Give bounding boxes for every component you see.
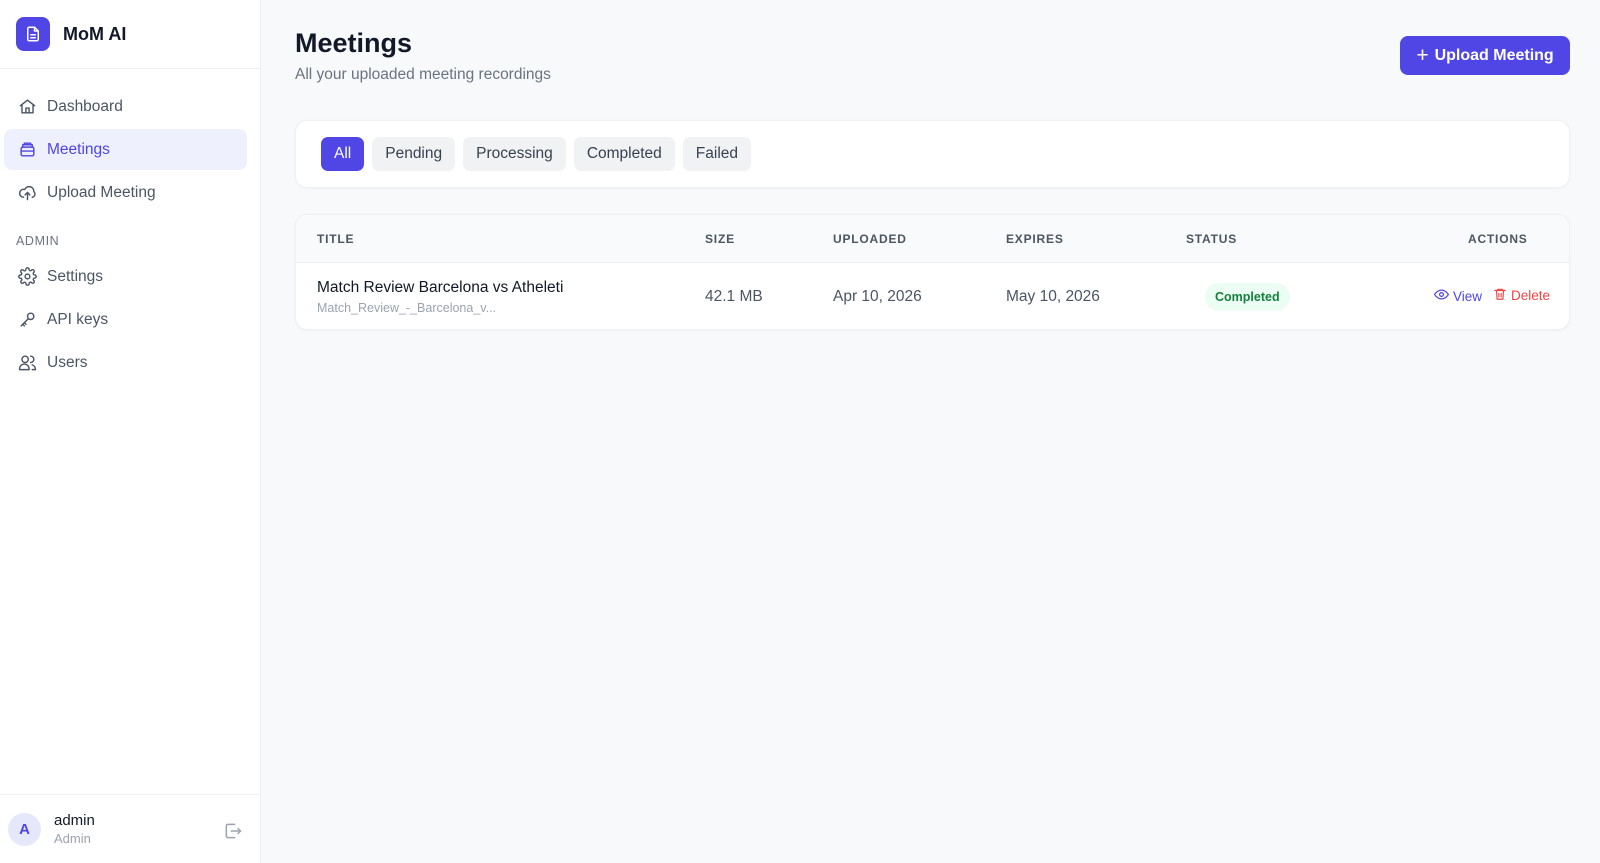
status-badge: Completed [1205, 283, 1290, 311]
sidebar-item-settings[interactable]: Settings [4, 256, 247, 297]
column-header-title: TITLE [317, 232, 355, 246]
admin-section-heading: ADMIN [16, 234, 60, 248]
view-button[interactable]: View [1434, 287, 1482, 305]
filter-processing[interactable]: Processing [463, 137, 566, 171]
sidebar-item-label: Meetings [47, 140, 110, 158]
home-icon [17, 97, 37, 117]
user-name: admin [54, 812, 95, 829]
column-header-size: SIZE [705, 232, 735, 246]
plus-icon: + [1416, 44, 1429, 67]
trash-icon [1493, 287, 1511, 304]
sidebar-item-api-keys[interactable]: API keys [4, 299, 247, 340]
column-header-actions: ACTIONS [1468, 232, 1528, 246]
avatar: A [8, 812, 41, 846]
delete-button[interactable]: Delete [1493, 287, 1550, 304]
brand: MoM AI [0, 0, 260, 69]
user-panel: A admin Admin [0, 794, 261, 863]
meeting-expires-date: May 10, 2026 [1006, 288, 1100, 305]
filter-all[interactable]: All [321, 137, 365, 171]
meetings-table: TITLE SIZE UPLOADED EXPIRES STATUS ACTIO… [295, 214, 1570, 330]
sidebar: MoM AI Dashboard Meetings Upload Meeting… [0, 0, 261, 863]
column-header-expires: EXPIRES [1006, 232, 1064, 246]
meeting-size: 42.1 MB [705, 288, 763, 305]
sidebar-item-dashboard[interactable]: Dashboard [4, 86, 247, 127]
column-header-uploaded: UPLOADED [833, 232, 907, 246]
user-role: Admin [54, 831, 91, 846]
sidebar-item-label: Settings [47, 267, 104, 285]
sidebar-item-label: Users [47, 353, 88, 371]
page-subtitle: All your uploaded meeting recordings [295, 66, 551, 83]
gear-icon [17, 267, 37, 287]
key-icon [17, 310, 37, 330]
upload-meeting-button[interactable]: + Upload Meeting [1400, 36, 1570, 75]
table-header: TITLE SIZE UPLOADED EXPIRES STATUS ACTIO… [296, 215, 1569, 263]
column-header-status: STATUS [1186, 232, 1238, 246]
sidebar-item-meetings[interactable]: Meetings [4, 129, 247, 170]
sidebar-item-label: Dashboard [47, 97, 123, 115]
delete-label: Delete [1511, 288, 1551, 303]
app-name: MoM AI [63, 23, 127, 44]
table-row[interactable]: Match Review Barcelona vs Atheleti Match… [296, 263, 1569, 329]
meeting-uploaded-date: Apr 10, 2026 [833, 288, 922, 305]
status-filter-bar: All Pending Processing Completed Failed [295, 120, 1570, 188]
cloud-upload-icon [17, 183, 37, 203]
page-title: Meetings [295, 28, 413, 58]
inbox-icon [17, 140, 37, 160]
users-icon [17, 353, 37, 373]
meeting-title[interactable]: Match Review Barcelona vs Atheleti [317, 279, 563, 297]
eye-icon [1434, 287, 1453, 305]
sidebar-item-upload-meeting[interactable]: Upload Meeting [4, 172, 247, 213]
upload-button-label: Upload Meeting [1434, 46, 1554, 64]
logout-icon[interactable] [223, 821, 243, 841]
view-label: View [1453, 288, 1483, 304]
meeting-filename: Match_Review_-_Barcelona_v... [317, 301, 497, 315]
sidebar-item-label: Upload Meeting [47, 183, 156, 201]
filter-pending[interactable]: Pending [372, 137, 456, 171]
sidebar-nav: Dashboard Meetings Upload Meeting ADMIN … [0, 69, 260, 383]
filter-failed[interactable]: Failed [682, 137, 751, 171]
sidebar-item-users[interactable]: Users [4, 342, 247, 383]
filter-completed[interactable]: Completed [573, 137, 675, 171]
sidebar-item-label: API keys [47, 310, 109, 328]
document-icon [16, 17, 50, 51]
